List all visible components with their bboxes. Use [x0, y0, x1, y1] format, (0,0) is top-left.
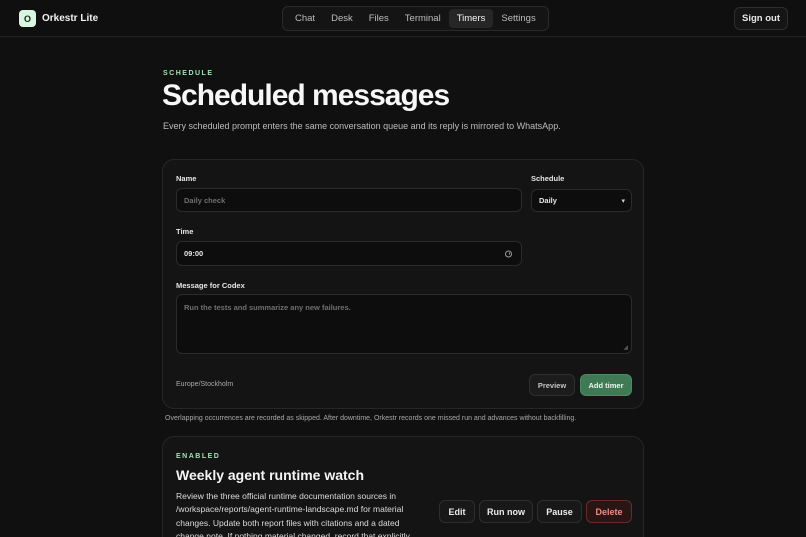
clock-icon[interactable] — [505, 250, 512, 257]
nav-tab-files[interactable]: Files — [361, 9, 397, 28]
nav-tab-desk[interactable]: Desk — [323, 9, 361, 28]
delete-button[interactable]: Delete — [586, 500, 632, 523]
name-label: Name — [176, 174, 197, 183]
main-nav: Chat Desk Files Terminal Timers Settings — [282, 6, 549, 31]
nav-tab-timers[interactable]: Timers — [448, 9, 494, 28]
pause-button[interactable]: Pause — [537, 500, 582, 523]
section-eyebrow: SCHEDULE — [163, 70, 214, 77]
time-value: 09:00 — [184, 249, 204, 258]
run-now-button[interactable]: Run now — [479, 500, 533, 523]
brand-logo-icon: O — [19, 10, 36, 27]
name-input[interactable]: Daily check — [176, 188, 522, 212]
page-title: Scheduled messages — [162, 79, 450, 112]
schedule-label: Schedule — [531, 174, 565, 183]
timer-card: ENABLED Weekly agent runtime watch Revie… — [162, 436, 644, 537]
message-placeholder: Run the tests and summarize any new fail… — [184, 303, 351, 312]
nav-tab-settings[interactable]: Settings — [493, 9, 543, 28]
schedule-select[interactable]: Daily ▾ — [531, 189, 632, 212]
add-timer-button[interactable]: Add timer — [580, 374, 632, 396]
brand[interactable]: O Orkestr Lite — [19, 10, 98, 27]
edit-button[interactable]: Edit — [439, 500, 475, 523]
chevron-down-icon: ▾ — [621, 197, 625, 205]
resize-handle-icon[interactable]: ◢ — [623, 344, 628, 351]
nav-tab-terminal[interactable]: Terminal — [397, 9, 449, 28]
timezone-text: Europe/Stockholm — [176, 381, 234, 388]
scheduling-note: Overlapping occurrences are recorded as … — [165, 415, 577, 422]
page-subtitle: Every scheduled prompt enters the same c… — [163, 121, 561, 131]
message-label: Message for Codex — [176, 281, 245, 290]
time-label: Time — [176, 227, 194, 236]
time-input[interactable]: 09:00 — [176, 241, 522, 266]
timer-title: Weekly agent runtime watch — [176, 467, 365, 483]
preview-button[interactable]: Preview — [529, 374, 575, 396]
status-badge: ENABLED — [176, 453, 221, 460]
nav-tab-chat[interactable]: Chat — [287, 9, 323, 28]
sign-out-button[interactable]: Sign out — [734, 7, 788, 30]
timer-description: Review the three official runtime docume… — [176, 491, 412, 537]
new-timer-form: Name Daily check Schedule Daily ▾ Time 0… — [162, 159, 644, 409]
message-textarea[interactable]: Run the tests and summarize any new fail… — [176, 294, 632, 354]
brand-name: Orkestr Lite — [42, 13, 99, 24]
top-bar: O Orkestr Lite Chat Desk Files Terminal … — [0, 0, 806, 37]
schedule-value: Daily — [539, 196, 557, 205]
